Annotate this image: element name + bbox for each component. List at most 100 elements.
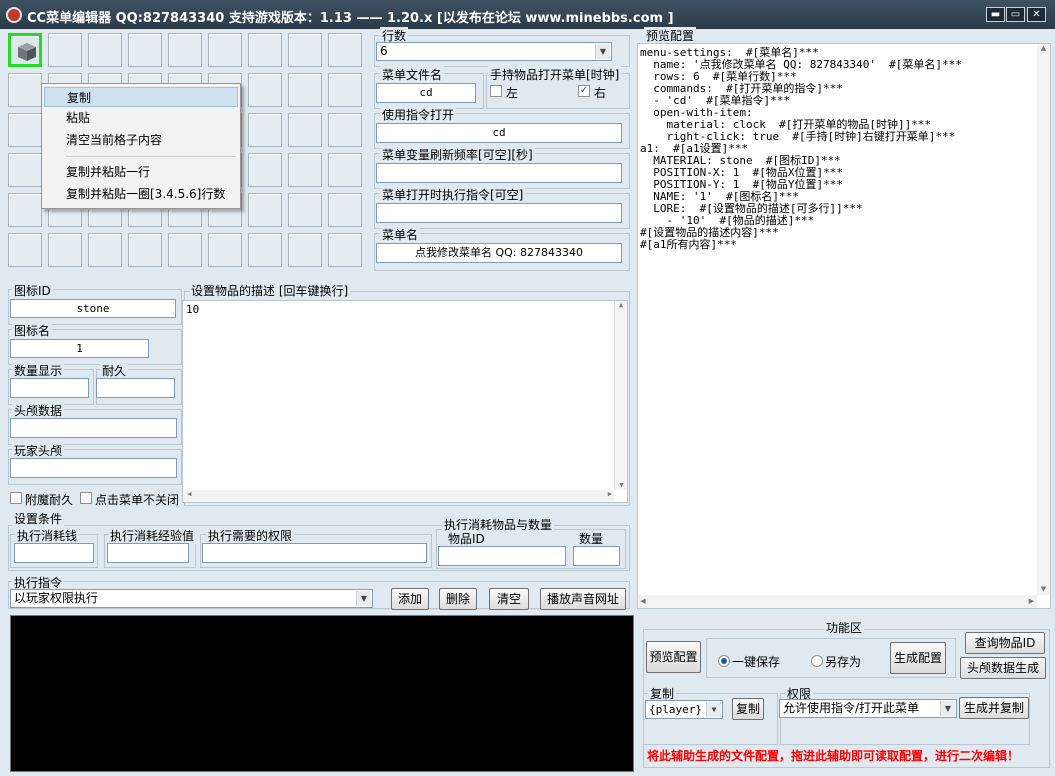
permission-select[interactable]: 允许使用指令/打开此菜单 ▼	[779, 699, 957, 718]
consume-count-input[interactable]	[573, 546, 620, 566]
file-name-input[interactable]: cd	[376, 83, 476, 103]
menu-slot[interactable]	[208, 33, 242, 67]
desc-hscroll[interactable]: ◀ ▶	[183, 490, 614, 502]
exec-mode-select[interactable]: 以玩家权限执行 ▼	[10, 589, 373, 608]
menu-slot[interactable]	[288, 233, 322, 267]
left-checkbox[interactable]	[490, 85, 502, 97]
menu-slot[interactable]	[288, 193, 322, 227]
menu-slot[interactable]	[88, 33, 122, 67]
menu-item-paste[interactable]: 粘贴	[44, 108, 238, 128]
consume-id-input[interactable]	[438, 546, 566, 566]
menu-slot[interactable]	[328, 113, 362, 147]
right-label: 右	[594, 86, 607, 100]
menu-slot[interactable]	[288, 73, 322, 107]
menu-slot[interactable]	[8, 113, 42, 147]
chevron-down-icon[interactable]: ▼	[595, 44, 610, 59]
generate-config-button[interactable]: 生成配置	[890, 642, 946, 674]
one-click-radio[interactable]	[718, 655, 730, 667]
main-area: 行数 6 ▼ 菜单文件名 cd 手持物品打开菜单[时钟] 左 ✓ 左 右 使用指…	[3, 27, 1052, 774]
command-list[interactable]	[10, 615, 634, 772]
refresh-label: 菜单变量刷新频率[可空][秒]	[380, 146, 535, 163]
rows-select[interactable]: 6 ▼	[376, 42, 612, 61]
menu-slot[interactable]	[248, 113, 282, 147]
player-head-input[interactable]	[10, 458, 177, 478]
command-input[interactable]: cd	[376, 123, 622, 143]
menu-item-copy-ring[interactable]: 复制并粘贴一圈[3.4.5.6]行数	[44, 184, 238, 204]
menu-slot[interactable]	[48, 33, 82, 67]
durability-label: 耐久	[100, 362, 129, 379]
durability-input[interactable]	[96, 378, 175, 398]
save-as-radio[interactable]	[811, 655, 823, 667]
chevron-down-icon[interactable]: ▼	[356, 591, 371, 606]
menu-slot[interactable]	[168, 33, 202, 67]
chevron-down-icon[interactable]: ▼	[940, 701, 955, 716]
menu-slot[interactable]	[8, 193, 42, 227]
menu-slot[interactable]	[248, 153, 282, 187]
desc-vscroll[interactable]: ▲ ▼	[614, 301, 627, 490]
close-button[interactable]: ✕	[1027, 7, 1046, 22]
maximize-button[interactable]: ▭	[1006, 7, 1025, 22]
icon-name-input[interactable]: 1	[10, 339, 149, 358]
menu-slot[interactable]	[248, 233, 282, 267]
noclose-checkbox[interactable]	[80, 492, 92, 504]
menu-separator	[66, 156, 236, 157]
copy-select[interactable]: {player} ▼	[645, 700, 723, 719]
file-label: 菜单文件名	[380, 66, 445, 83]
menu-slot[interactable]	[128, 233, 162, 267]
minimize-button[interactable]: ▬	[986, 7, 1005, 22]
menu-slot[interactable]	[128, 33, 162, 67]
menu-slot[interactable]	[328, 153, 362, 187]
menu-name-input[interactable]: 点我修改菜单名 QQ: 827843340	[376, 243, 622, 263]
exp-input[interactable]	[107, 543, 189, 563]
generate-copy-button[interactable]: 生成并复制	[959, 697, 1029, 719]
menu-slot[interactable]	[248, 193, 282, 227]
menu-item-copy[interactable]: 复制	[44, 87, 238, 107]
money-input[interactable]	[14, 543, 94, 563]
query-item-id-button[interactable]: 查询物品ID	[965, 632, 1045, 654]
menu-slot[interactable]	[208, 233, 242, 267]
copy-button[interactable]: 复制	[732, 698, 764, 720]
menu-slot[interactable]	[288, 33, 322, 67]
menu-slot[interactable]	[48, 233, 82, 267]
menu-item-clear-cell[interactable]: 清空当前格子内容	[44, 130, 238, 150]
clear-button[interactable]: 清空	[489, 588, 529, 610]
preview-vscroll[interactable]: ▲ ▼	[1037, 44, 1050, 595]
menu-slot[interactable]	[328, 33, 362, 67]
consume-count-label: 数量	[577, 530, 606, 547]
menu-slot[interactable]	[8, 233, 42, 267]
one-click-label: 一键保存	[732, 655, 781, 669]
menu-slot[interactable]	[8, 153, 42, 187]
preview-hscroll[interactable]: ◀ ▶	[638, 595, 1037, 608]
head-data-generate-button[interactable]: 头颅数据生成	[960, 657, 1046, 679]
perm-input[interactable]	[202, 543, 427, 563]
amount-input[interactable]	[10, 378, 89, 398]
menu-slot[interactable]	[168, 233, 202, 267]
right-checkbox[interactable]: ✓	[578, 85, 590, 97]
enchant-checkbox[interactable]	[10, 492, 22, 504]
add-button[interactable]: 添加	[391, 588, 429, 610]
icon-id-input[interactable]: stone	[10, 299, 176, 318]
preview-textarea[interactable]: menu-settings: #[菜单名]*** name: '点我修改菜单名 …	[637, 43, 1051, 609]
head-input[interactable]	[10, 418, 177, 438]
chevron-down-icon[interactable]: ▼	[706, 702, 721, 717]
menu-slot[interactable]	[8, 73, 42, 107]
noclose-label: 点击菜单不关闭	[95, 493, 180, 507]
menu-slot[interactable]	[328, 73, 362, 107]
menu-slot[interactable]	[8, 33, 42, 67]
menu-slot[interactable]	[288, 113, 322, 147]
menu-slot[interactable]	[88, 233, 122, 267]
menu-slot[interactable]	[328, 233, 362, 267]
menu-slot[interactable]	[248, 33, 282, 67]
refresh-input[interactable]	[376, 163, 622, 183]
window-title: CC菜单编辑器 QQ:827843340 支持游戏版本：1.13 —— 1.20…	[27, 11, 674, 26]
delete-button[interactable]: 删除	[439, 588, 477, 610]
menu-slot[interactable]	[288, 153, 322, 187]
menu-slot[interactable]	[328, 193, 362, 227]
conditions-label: 设置条件	[12, 510, 65, 527]
play-sound-button[interactable]: 播放声音网址	[540, 588, 626, 610]
desc-textarea[interactable]: 10 ▲ ▼ ◀ ▶	[182, 300, 628, 503]
exec-on-open-input[interactable]	[376, 203, 622, 223]
menu-item-copy-row[interactable]: 复制并粘贴一行	[44, 162, 238, 182]
preview-config-button[interactable]: 预览配置	[646, 641, 701, 673]
menu-slot[interactable]	[248, 73, 282, 107]
